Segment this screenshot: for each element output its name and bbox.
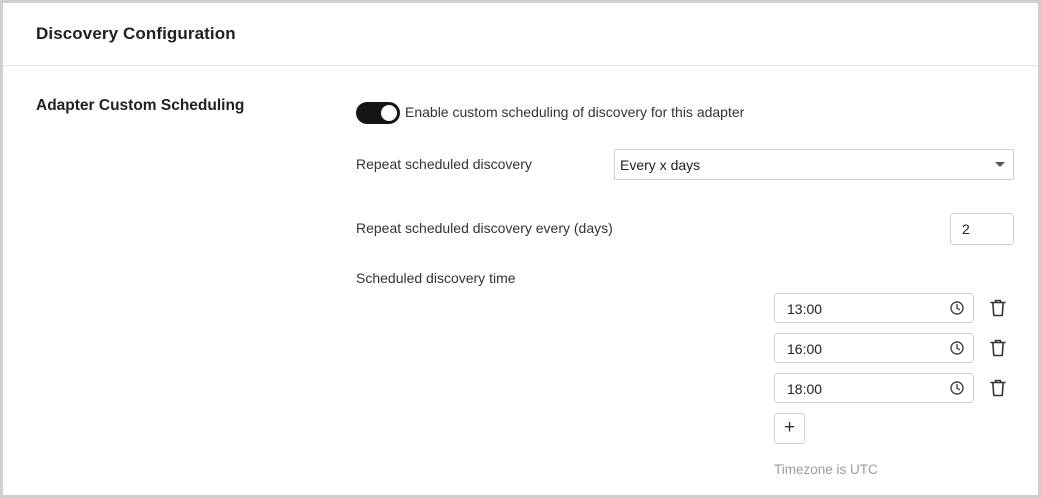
time-input[interactable]: 13:00 bbox=[774, 293, 974, 323]
custom-scheduling-toggle[interactable] bbox=[356, 102, 400, 124]
custom-scheduling-toggle-label: Enable custom scheduling of discovery fo… bbox=[405, 104, 745, 120]
scheduled-time-label: Scheduled discovery time bbox=[356, 270, 516, 286]
repeat-discovery-select[interactable]: Every x days bbox=[614, 149, 1014, 180]
time-row: 13:00 bbox=[774, 293, 1014, 325]
trash-icon[interactable] bbox=[989, 338, 1007, 358]
caret-down-icon bbox=[995, 162, 1005, 167]
panel-header: Discovery Configuration bbox=[3, 3, 1038, 66]
repeat-every-days-input[interactable] bbox=[950, 213, 1014, 245]
trash-icon[interactable] bbox=[989, 378, 1007, 398]
add-time-button[interactable]: + bbox=[774, 413, 805, 444]
time-row: 16:00 bbox=[774, 333, 1014, 365]
clock-icon[interactable] bbox=[950, 341, 964, 355]
timezone-note: Timezone is UTC bbox=[774, 462, 878, 477]
time-value: 13:00 bbox=[787, 301, 823, 317]
time-row: 18:00 bbox=[774, 373, 1014, 405]
repeat-discovery-selected-value: Every x days bbox=[620, 157, 701, 173]
clock-icon[interactable] bbox=[950, 301, 964, 315]
section-label: Adapter Custom Scheduling bbox=[36, 97, 245, 114]
time-value: 16:00 bbox=[787, 341, 823, 357]
time-input[interactable]: 16:00 bbox=[774, 333, 974, 363]
discovery-configuration-panel: Discovery Configuration Adapter Custom S… bbox=[0, 0, 1041, 498]
time-input[interactable]: 18:00 bbox=[774, 373, 974, 403]
plus-icon: + bbox=[783, 417, 796, 438]
repeat-discovery-label: Repeat scheduled discovery bbox=[356, 156, 532, 172]
clock-icon[interactable] bbox=[950, 381, 964, 395]
trash-icon[interactable] bbox=[989, 298, 1007, 318]
page-title: Discovery Configuration bbox=[36, 24, 236, 43]
time-value: 18:00 bbox=[787, 381, 823, 397]
repeat-every-days-label: Repeat scheduled discovery every (days) bbox=[356, 220, 613, 236]
toggle-knob bbox=[381, 105, 397, 121]
